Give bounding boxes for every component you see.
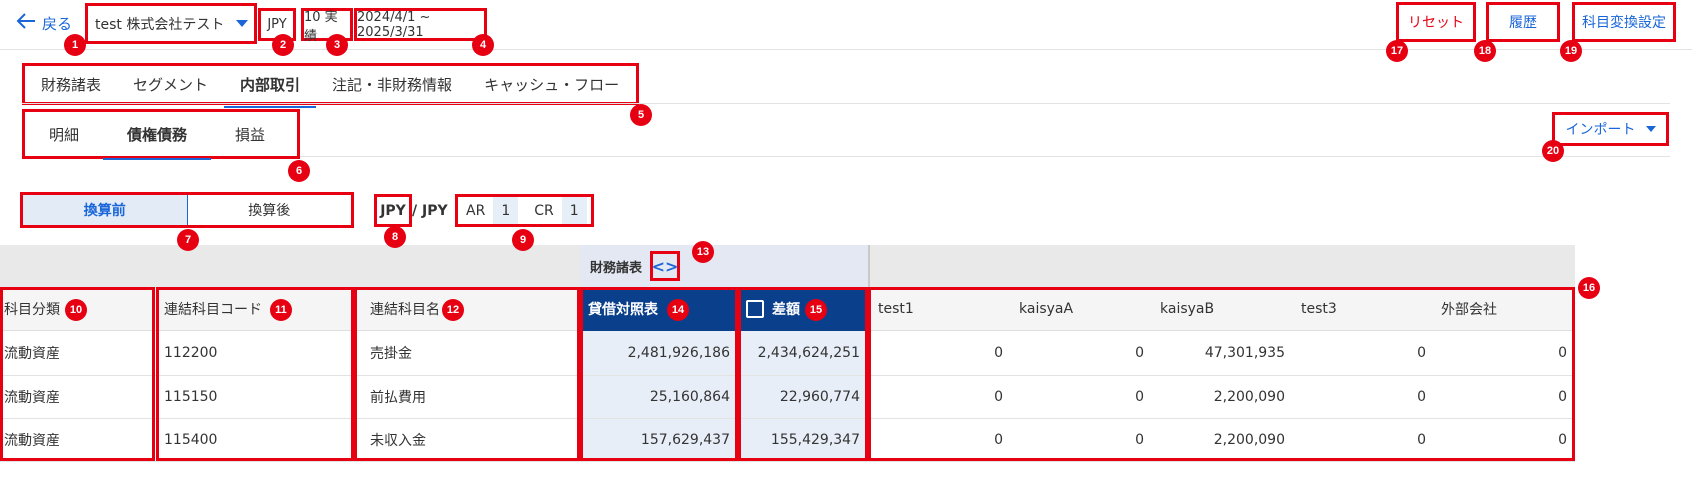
conversion-before-button[interactable]: 換算前 xyxy=(23,195,188,225)
annotation-badge-7: 7 xyxy=(177,229,199,251)
annotation-badge-10: 10 xyxy=(65,299,87,321)
company-name: test 株式会社テスト xyxy=(95,16,225,33)
annotation-badge-1: 1 xyxy=(64,34,86,56)
annotation-badge-6: 6 xyxy=(288,160,310,182)
annotation-badge-12: 12 xyxy=(442,299,464,321)
scenario-chip[interactable]: 10 実績 xyxy=(301,8,353,44)
group-header-label: 財務諸表 xyxy=(590,260,643,276)
main-tabs: 財務諸表 セグメント 内部取引 注記・非財務情報 キャッシュ・フロー xyxy=(22,63,639,108)
arrow-left-icon xyxy=(16,12,36,34)
annotation-box-code-column xyxy=(156,287,354,461)
annotation-badge-17: 17 xyxy=(1386,40,1408,62)
annotation-badge-4: 4 xyxy=(472,34,494,56)
currency-label: JPY xyxy=(267,17,287,32)
annotation-badge-9: 9 xyxy=(512,229,534,251)
history-label: 履歴 xyxy=(1509,15,1537,31)
annotation-box-partner-columns xyxy=(868,287,1575,461)
subtab-profit-loss[interactable]: 損益 xyxy=(211,116,289,152)
reset-label: リセット xyxy=(1408,15,1464,31)
back-label: 戻る xyxy=(42,14,73,33)
period-label: 2024/4/1 ~ 2025/3/31 xyxy=(357,9,431,40)
annotation-badge-15: 15 xyxy=(805,299,827,321)
back-button[interactable]: 戻る xyxy=(16,10,72,36)
target-currency-label: / JPY xyxy=(412,202,448,219)
annotation-badge-20: 20 xyxy=(1542,140,1564,162)
caret-down-icon xyxy=(236,20,249,27)
annotation-badge-16: 16 xyxy=(1578,277,1600,299)
ar-value[interactable]: 1 xyxy=(493,197,519,224)
tab-notes[interactable]: 注記・非財務情報 xyxy=(316,66,468,102)
sub-tabs: 明細 債権債務 損益 xyxy=(22,109,300,160)
import-label: インポート xyxy=(1565,122,1636,138)
tab-financial-statements[interactable]: 財務諸表 xyxy=(25,66,117,102)
annotation-badge-11: 11 xyxy=(270,299,292,321)
subtabs-divider xyxy=(300,156,1670,157)
row-divider xyxy=(0,461,1575,462)
annotation-badge-8: 8 xyxy=(384,226,406,248)
annotation-box-name-column xyxy=(354,287,580,461)
header-divider xyxy=(0,49,1692,50)
source-currency-label: JPY xyxy=(380,202,406,219)
cr-value[interactable]: 1 xyxy=(561,197,587,224)
history-button[interactable]: 履歴 xyxy=(1486,2,1560,42)
group-band-divider xyxy=(868,245,870,287)
annotation-badge-13: 13 xyxy=(692,241,714,263)
import-button[interactable]: インポート xyxy=(1552,112,1669,146)
caret-down-icon xyxy=(1645,126,1656,132)
subtab-detail[interactable]: 明細 xyxy=(25,116,103,152)
annotation-box-difference-column xyxy=(738,287,868,461)
tabs-divider xyxy=(22,103,1670,104)
annotation-badge-3: 3 xyxy=(326,34,348,56)
annotation-box-balance-sheet-column xyxy=(580,287,738,461)
account-mapping-button[interactable]: 科目変換設定 xyxy=(1572,2,1676,42)
annotation-badge-5: 5 xyxy=(630,104,652,126)
tab-segment[interactable]: セグメント xyxy=(117,66,224,102)
annotation-badge-2: 2 xyxy=(272,34,294,56)
period-chip[interactable]: 2024/4/1 ~ 2025/3/31 xyxy=(354,8,487,41)
code-brackets-icon[interactable]: <> xyxy=(650,251,681,281)
account-mapping-label: 科目変換設定 xyxy=(1582,15,1666,31)
conversion-after-button[interactable]: 換算後 xyxy=(188,195,352,225)
exchange-rates: AR 1 CR 1 xyxy=(455,194,594,227)
cr-label: CR xyxy=(534,202,554,219)
target-currency: / JPY xyxy=(412,194,448,227)
reset-button[interactable]: リセット xyxy=(1396,2,1476,42)
financial-statements-group-header: 財務諸表 <> xyxy=(580,245,868,287)
conversion-toggle: 換算前 換算後 xyxy=(20,192,354,228)
annotation-badge-18: 18 xyxy=(1474,40,1496,62)
ar-label: AR xyxy=(466,202,486,219)
annotation-badge-14: 14 xyxy=(667,299,689,321)
tab-cash-flow[interactable]: キャッシュ・フロー xyxy=(468,66,635,102)
source-currency: JPY xyxy=(374,194,412,227)
company-selector[interactable]: test 株式会社テスト xyxy=(85,3,257,44)
tab-intercompany[interactable]: 内部取引 xyxy=(224,66,317,108)
subtab-receivables-payables[interactable]: 債権債務 xyxy=(103,116,212,160)
annotation-badge-19: 19 xyxy=(1560,40,1582,62)
